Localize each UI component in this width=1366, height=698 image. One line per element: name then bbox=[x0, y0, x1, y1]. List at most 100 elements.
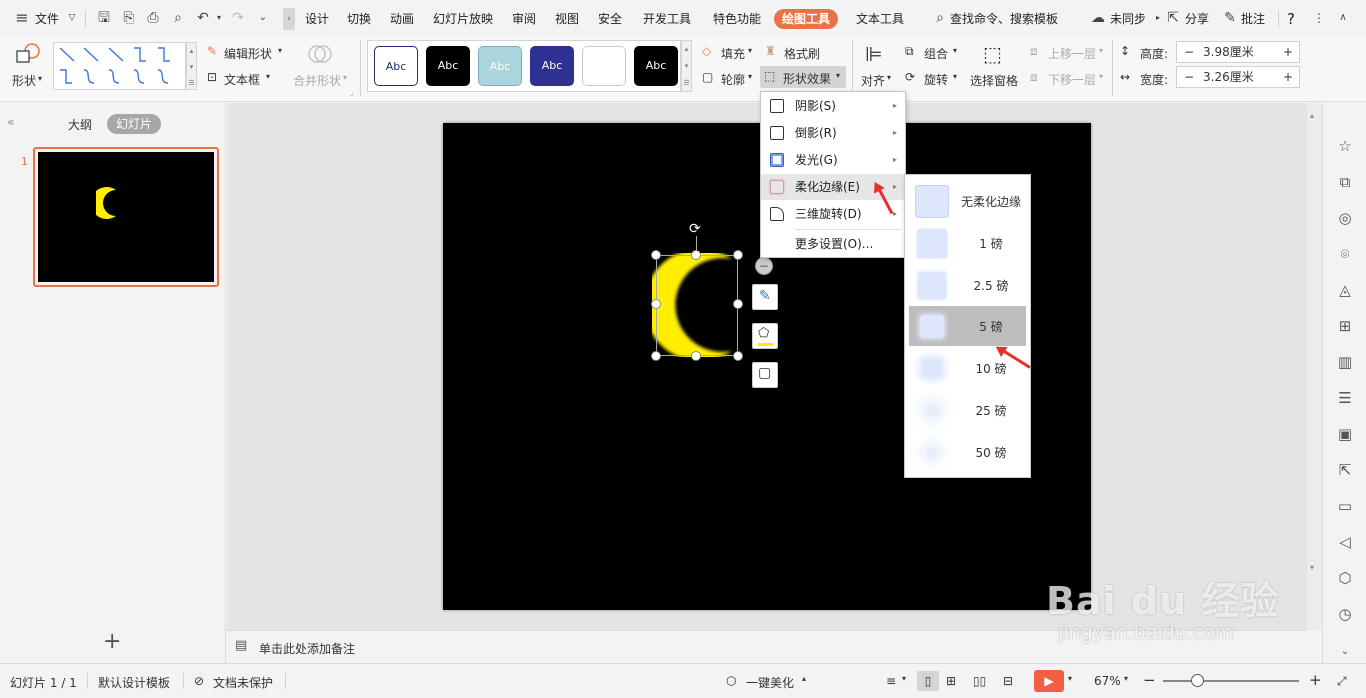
copy-icon[interactable]: ⧉ bbox=[1336, 173, 1354, 191]
fill-button[interactable]: 填充 bbox=[721, 45, 745, 62]
height-input[interactable]: 3.98厘米 bbox=[1203, 42, 1254, 62]
align-button[interactable]: 对齐 bbox=[861, 72, 885, 89]
tab-view[interactable]: 视图 bbox=[555, 9, 579, 29]
width-increase-button[interactable]: + bbox=[1283, 67, 1293, 87]
help-button[interactable]: ? bbox=[1287, 9, 1295, 29]
resize-handle-s[interactable] bbox=[691, 351, 701, 361]
dialog-launcher-icon[interactable]: ⌟ bbox=[350, 89, 353, 97]
shape-dropdown-icon[interactable]: ▾ bbox=[38, 74, 42, 83]
layers-icon[interactable]: ◬ bbox=[1336, 281, 1354, 299]
style-option-outline[interactable]: Abc bbox=[374, 46, 418, 86]
tab-design[interactable]: 设计 bbox=[305, 9, 329, 29]
shape-icon[interactable] bbox=[14, 42, 42, 64]
height-increase-button[interactable]: + bbox=[1283, 42, 1293, 62]
collapse-panel-icon[interactable]: « bbox=[7, 115, 14, 129]
menu-item-reflection[interactable]: 倒影(R) ▸ bbox=[761, 120, 905, 146]
play-dropdown-icon[interactable]: ▾ bbox=[1068, 674, 1072, 683]
group-button[interactable]: 组合 bbox=[924, 45, 948, 62]
style-option-white[interactable] bbox=[582, 46, 626, 86]
textbox-dropdown-icon[interactable]: ▾ bbox=[266, 72, 270, 81]
chevron-down-icon[interactable]: ▽ bbox=[64, 10, 80, 26]
beautify-dropdown-icon[interactable]: ▴ bbox=[802, 674, 806, 683]
slide-sorter-view-icon[interactable]: ⊞ bbox=[946, 674, 956, 688]
format-painter-button[interactable]: 格式刷 bbox=[784, 45, 820, 62]
search-commands-box[interactable]: 查找命令、搜索模板 bbox=[950, 9, 1058, 29]
tab-developer[interactable]: 开发工具 bbox=[643, 9, 691, 29]
save-icon[interactable]: 🖫 bbox=[96, 10, 112, 26]
zoom-slider-track[interactable] bbox=[1163, 680, 1299, 682]
undo-icon[interactable]: ↶ bbox=[195, 10, 211, 26]
tab-animation[interactable]: 动画 bbox=[390, 9, 414, 29]
print-preview-icon[interactable]: ⌕ bbox=[170, 10, 186, 26]
height-decrease-button[interactable]: − bbox=[1184, 42, 1194, 62]
zoom-in-button[interactable]: + bbox=[1309, 671, 1322, 689]
slide-thumbnail-1[interactable] bbox=[33, 147, 219, 287]
reading-view-icon[interactable]: ▯▯ bbox=[973, 674, 986, 688]
design-template[interactable]: 默认设计模板 bbox=[98, 674, 170, 691]
collapse-ribbon-icon[interactable]: ∧ bbox=[1335, 10, 1351, 26]
undo-dropdown-icon[interactable]: ▾ bbox=[211, 10, 227, 26]
bring-forward-dropdown-icon[interactable]: ▾ bbox=[1099, 46, 1103, 55]
resize-handle-e[interactable] bbox=[733, 299, 743, 309]
search-icon[interactable]: ⌕ bbox=[932, 10, 948, 26]
resize-handle-w[interactable] bbox=[651, 299, 661, 309]
history-icon[interactable]: ◷ bbox=[1336, 605, 1354, 623]
fill-dropdown-icon[interactable]: ▾ bbox=[748, 46, 752, 55]
bring-forward-button[interactable]: 上移一层 bbox=[1048, 45, 1096, 62]
zoom-out-button[interactable]: − bbox=[1143, 671, 1156, 689]
more-icon[interactable]: ⋮ bbox=[1311, 10, 1327, 26]
width-input[interactable]: 3.26厘米 bbox=[1203, 67, 1254, 87]
align-dropdown-icon[interactable]: ▾ bbox=[887, 73, 891, 82]
tab-drawing-tools[interactable]: 绘图工具 bbox=[774, 9, 839, 29]
edit-shape-dropdown-icon[interactable]: ▾ bbox=[278, 46, 282, 55]
export-pdf-icon[interactable]: ⎘ bbox=[121, 10, 137, 26]
grid-icon[interactable]: ⊞ bbox=[1336, 317, 1354, 335]
soft-edge-option-50pt[interactable]: 50 磅 bbox=[909, 432, 1026, 472]
shield-icon[interactable]: ⬡ bbox=[1336, 569, 1354, 587]
selection-pane-button[interactable]: 选择窗格 bbox=[970, 72, 1018, 89]
textbox-button[interactable]: 文本框 bbox=[224, 71, 260, 88]
soft-edge-option-none[interactable]: 无柔化边缘 bbox=[909, 181, 1026, 221]
soft-edge-option-2-5pt[interactable]: 2.5 磅 bbox=[909, 265, 1026, 305]
normal-view-button[interactable]: ▯ bbox=[917, 671, 939, 691]
zoom-dropdown-icon[interactable]: ▾ bbox=[1124, 674, 1128, 683]
speaker-icon[interactable]: ◁ bbox=[1336, 533, 1354, 551]
width-decrease-button[interactable]: − bbox=[1184, 67, 1194, 87]
notes-toggle-dropdown-icon[interactable]: ▾ bbox=[902, 674, 906, 683]
chart-icon[interactable]: ▥ bbox=[1336, 353, 1354, 371]
edit-shape-button[interactable]: 编辑形状 bbox=[224, 45, 272, 62]
cloud-sync-icon[interactable]: ☁ bbox=[1090, 10, 1106, 26]
merge-shape-dropdown-icon[interactable]: ▾ bbox=[343, 73, 347, 82]
gallery-scroll-icon[interactable]: ▴ ▾ ☰ bbox=[186, 42, 197, 90]
share-icon[interactable]: ⇱ bbox=[1165, 10, 1181, 26]
comment-icon[interactable]: ✎ bbox=[1222, 10, 1238, 26]
hamburger-menu-icon[interactable]: ≡ bbox=[14, 10, 30, 26]
rotate-button[interactable]: 旋转 bbox=[924, 71, 948, 88]
shape-ring-icon[interactable]: ◎ bbox=[1336, 209, 1354, 227]
fit-window-icon[interactable]: ⤢ bbox=[1337, 674, 1347, 689]
tab-special[interactable]: 特色功能 bbox=[713, 9, 761, 29]
scroll-down-icon[interactable]: ▾ bbox=[1310, 563, 1314, 572]
notes-toggle-icon[interactable]: ≡ bbox=[886, 674, 896, 688]
grid-view-icon[interactable]: ⊟ bbox=[1003, 674, 1013, 688]
resize-handle-ne[interactable] bbox=[733, 250, 743, 260]
soft-edge-option-25pt[interactable]: 25 磅 bbox=[909, 390, 1026, 430]
tab-outline[interactable]: 大纲 bbox=[68, 116, 92, 133]
play-slideshow-button[interactable]: ▶ bbox=[1034, 670, 1064, 692]
width-stepper[interactable]: − 3.26厘米 + bbox=[1176, 66, 1300, 88]
document-protection[interactable]: 文档未保护 bbox=[213, 674, 273, 691]
quick-outline-button[interactable]: ▢ bbox=[752, 362, 778, 388]
add-slide-button[interactable]: + bbox=[103, 631, 121, 653]
menu-item-glow[interactable]: 发光(G) ▸ bbox=[761, 147, 905, 173]
settings-sliders-icon[interactable]: ☰ bbox=[1336, 389, 1354, 407]
tab-transition[interactable]: 切换 bbox=[347, 9, 371, 29]
archive-icon[interactable]: ▭ bbox=[1336, 497, 1354, 515]
style-option-navy[interactable]: Abc bbox=[530, 46, 574, 86]
menu-item-shadow[interactable]: 阴影(S) ▸ bbox=[761, 93, 905, 119]
resize-handle-n[interactable] bbox=[691, 250, 701, 260]
send-backward-dropdown-icon[interactable]: ▾ bbox=[1099, 72, 1103, 81]
style-option-black[interactable]: Abc bbox=[426, 46, 470, 86]
moon-shape[interactable] bbox=[644, 249, 738, 361]
image-icon[interactable]: ▣ bbox=[1336, 425, 1354, 443]
collapse-quickbar-icon[interactable]: − bbox=[755, 257, 773, 275]
